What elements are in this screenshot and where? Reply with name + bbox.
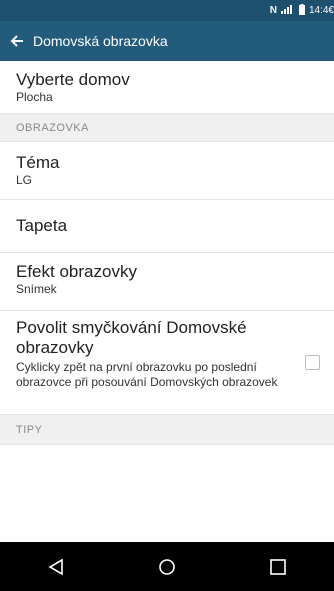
setting-title: Téma xyxy=(16,153,60,172)
status-time: 14:4€ xyxy=(308,5,334,16)
page-title: Domovská obrazovka xyxy=(33,33,168,49)
setting-subtitle: Cyklicky zpět na první obrazovku po posl… xyxy=(16,360,278,389)
battery-icon xyxy=(298,3,305,18)
setting-title: Efekt obrazovky xyxy=(16,262,137,281)
setting-screen-effect[interactable]: Efekt obrazovky Snímek xyxy=(0,253,334,311)
nfc-icon: N xyxy=(269,4,277,16)
nav-home-button[interactable] xyxy=(147,547,187,587)
setting-title: Tapeta xyxy=(16,216,68,235)
setting-title: Vyberte domov xyxy=(16,70,130,89)
setting-title: Povolit smyčkování Domovské obrazovky xyxy=(16,318,247,357)
loop-checkbox[interactable] xyxy=(305,354,320,370)
signal-icon xyxy=(280,4,295,17)
section-header-screen: OBRAZOVKA xyxy=(0,114,334,142)
navigation-bar xyxy=(0,542,334,591)
nav-back-button[interactable] xyxy=(36,547,76,587)
setting-wallpaper[interactable]: Tapeta xyxy=(0,200,334,253)
arrow-left-icon xyxy=(10,35,23,47)
back-button[interactable] xyxy=(3,21,31,61)
setting-subtitle: Snímek xyxy=(16,282,57,296)
setting-theme[interactable]: Téma LG xyxy=(0,142,334,200)
status-bar: N 14:4€ xyxy=(0,0,334,21)
nav-recent-button[interactable] xyxy=(258,547,298,587)
setting-home-select[interactable]: Vyberte domov Plocha xyxy=(0,61,334,114)
triangle-back-icon xyxy=(48,558,63,575)
setting-subtitle: Plocha xyxy=(16,90,53,104)
setting-subtitle: LG xyxy=(16,173,33,187)
app-bar: Domovská obrazovka xyxy=(0,21,334,61)
section-header-tips: TIPY xyxy=(0,415,334,445)
square-recent-icon xyxy=(270,558,287,575)
setting-loop-home[interactable]: Povolit smyčkování Domovské obrazovky Cy… xyxy=(0,311,334,415)
circle-home-icon xyxy=(159,558,175,575)
